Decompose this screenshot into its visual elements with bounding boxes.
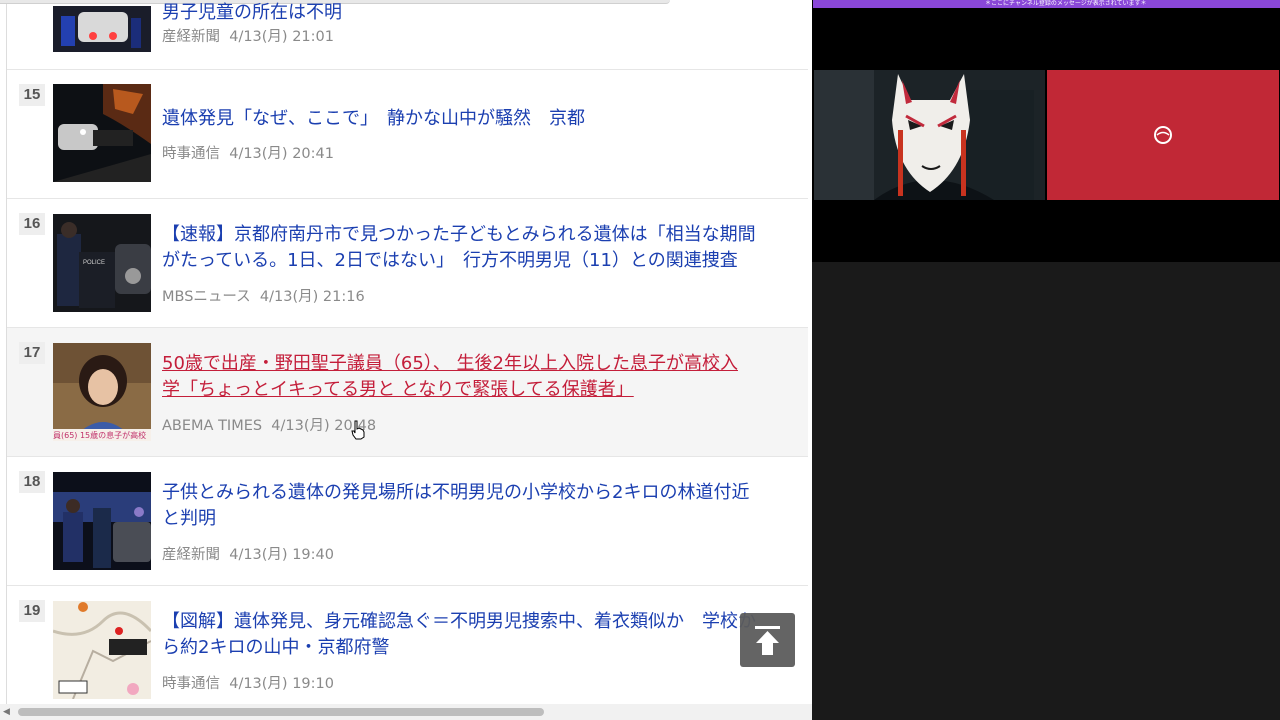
scroll-left-icon[interactable]: ◀: [3, 707, 10, 717]
news-source: ABEMA TIMES: [162, 418, 263, 434]
news-item[interactable]: 19 【図解】遺体発見、身元確認急ぐ＝不明男児捜索中、着衣類似か 学校か ら約2キ…: [7, 585, 808, 714]
news-thumbnail[interactable]: [53, 601, 151, 699]
map-diagram-image: [53, 601, 151, 699]
news-title-line[interactable]: がたっている。1日、2日ではない」 行方不明男児（11）との関連捜査: [162, 250, 738, 271]
news-meta: 時事通信 4/13(月) 19:10: [162, 672, 334, 693]
rank-badge: 19: [19, 600, 45, 622]
news-title[interactable]: 子供とみられる遺体の発見場所は不明男児の小学校から2キロの林道付近 と判明: [162, 480, 812, 532]
news-meta: 産経新聞 4/13(月) 19:40: [162, 543, 334, 564]
news-ranking-panel: 男子児童の所在は不明 産経新聞 4/13(月) 21:01 15 遺体発見「なぜ…: [0, 0, 812, 720]
scrollbar-thumb[interactable]: [18, 708, 544, 716]
rank-badge: 15: [19, 84, 45, 106]
police-scene-image: POLICE: [53, 214, 151, 312]
news-meta: 時事通信 4/13(月) 20:41: [162, 142, 334, 163]
news-title-line[interactable]: 子供とみられる遺体の発見場所は不明男児の小学校から2キロの林道付近: [162, 482, 749, 503]
search-scene-image: [53, 472, 151, 570]
hand-cursor-icon: [351, 420, 365, 440]
portrait-image: [53, 343, 151, 441]
news-title-line[interactable]: 【図解】遺体発見、身元確認急ぐ＝不明男児捜索中、着衣類似か 学校か: [162, 611, 756, 632]
stream-lower-panel: [812, 262, 1280, 720]
news-title[interactable]: 男子児童の所在は不明: [162, 0, 812, 26]
news-item[interactable]: 男子児童の所在は不明 産経新聞 4/13(月) 21:01: [7, 0, 808, 69]
news-title-line[interactable]: ら約2キロの山中・京都府警: [162, 637, 389, 658]
news-time: 4/13(月) 21:16: [259, 289, 365, 305]
rank-badge: 18: [19, 471, 45, 493]
news-source: MBSニュース: [162, 289, 251, 305]
news-time: 4/13(月) 19:10: [229, 676, 334, 692]
news-meta: 産経新聞 4/13(月) 21:01: [162, 25, 334, 46]
news-item[interactable]: 18 子供とみられる遺体の発見場所は不明男児の小学校から2キロの林道付近 と判明 …: [7, 456, 808, 585]
news-title[interactable]: 50歳で出産・野田聖子議員（65）、 生後2年以上入院した息子が高校入 学「ちょっ…: [162, 351, 812, 403]
news-title-line[interactable]: 【速報】京都府南丹市で見つかった子どもとみられる遺体は「相当な期間: [162, 224, 756, 245]
news-thumbnail[interactable]: POLICE: [53, 214, 151, 312]
stream-banner: ＊ここにチャンネル登録のメッセージが表示されています＊: [813, 0, 1280, 8]
back-to-top-button[interactable]: [740, 613, 795, 667]
banner-text: ＊ここにチャンネル登録のメッセージが表示されています＊: [985, 0, 1147, 7]
news-source: 産経新聞: [162, 547, 220, 563]
fox-mask-streamer-image: [814, 70, 1045, 200]
news-time: 4/13(月) 19:40: [229, 547, 334, 563]
svg-text:POLICE: POLICE: [83, 260, 105, 266]
secondary-video: [1047, 70, 1279, 200]
news-item[interactable]: 16 POLICE 【速報】京都府南丹市で見つかった子どもとみられる遺体は「相当…: [7, 198, 808, 327]
news-title-line[interactable]: 学「ちょっとイキってる男と となりで緊張してる保護者」: [162, 379, 634, 400]
rank-badge: 16: [19, 213, 45, 235]
news-item[interactable]: 17 員(65) 15歳の息子が高校 50歳で出産・野田聖子議員（65）、 生後…: [7, 327, 808, 456]
news-source: 産経新聞: [162, 29, 220, 45]
news-source: 時事通信: [162, 146, 220, 162]
horizontal-scrollbar[interactable]: ◀: [0, 704, 812, 720]
news-time: 4/13(月) 21:01: [229, 29, 334, 45]
news-thumbnail[interactable]: [53, 472, 151, 570]
night-scene-image: [53, 6, 151, 52]
news-thumbnail[interactable]: 員(65) 15歳の息子が高校: [53, 343, 151, 441]
news-title-line[interactable]: 男子児童の所在は不明: [162, 2, 342, 23]
news-thumbnail[interactable]: [53, 6, 151, 52]
news-title[interactable]: 【図解】遺体発見、身元確認急ぐ＝不明男児捜索中、着衣類似か 学校か ら約2キロの山…: [162, 609, 812, 661]
news-title-line[interactable]: 50歳で出産・野田聖子議員（65）、 生後2年以上入院した息子が高校入: [162, 353, 738, 374]
news-meta: ABEMA TIMES 4/13(月) 20:48: [162, 414, 376, 435]
night-road-image: [53, 84, 151, 182]
news-title[interactable]: 遺体発見「なぜ、ここで」 静かな山中が騒然 京都: [162, 106, 812, 132]
rank-badge: 17: [19, 342, 45, 364]
news-thumbnail[interactable]: [53, 84, 151, 182]
news-item[interactable]: 15 遺体発見「なぜ、ここで」 静かな山中が騒然 京都 時事通信 4/13(月)…: [7, 69, 808, 198]
logo-icon: [1154, 126, 1172, 144]
news-title[interactable]: 【速報】京都府南丹市で見つかった子どもとみられる遺体は「相当な期間 がたっている。…: [162, 222, 812, 274]
news-time: 4/13(月) 20:41: [229, 146, 334, 162]
arrow-up-icon: [755, 626, 780, 655]
news-title-line[interactable]: と判明: [162, 508, 216, 529]
news-meta: MBSニュース 4/13(月) 21:16: [162, 285, 365, 306]
thumb-caption: 員(65) 15歳の息子が高校: [53, 431, 147, 440]
news-title-line[interactable]: 遺体発見「なぜ、ここで」 静かな山中が騒然 京都: [162, 108, 585, 129]
news-source: 時事通信: [162, 676, 220, 692]
webcam-video: [814, 70, 1045, 200]
